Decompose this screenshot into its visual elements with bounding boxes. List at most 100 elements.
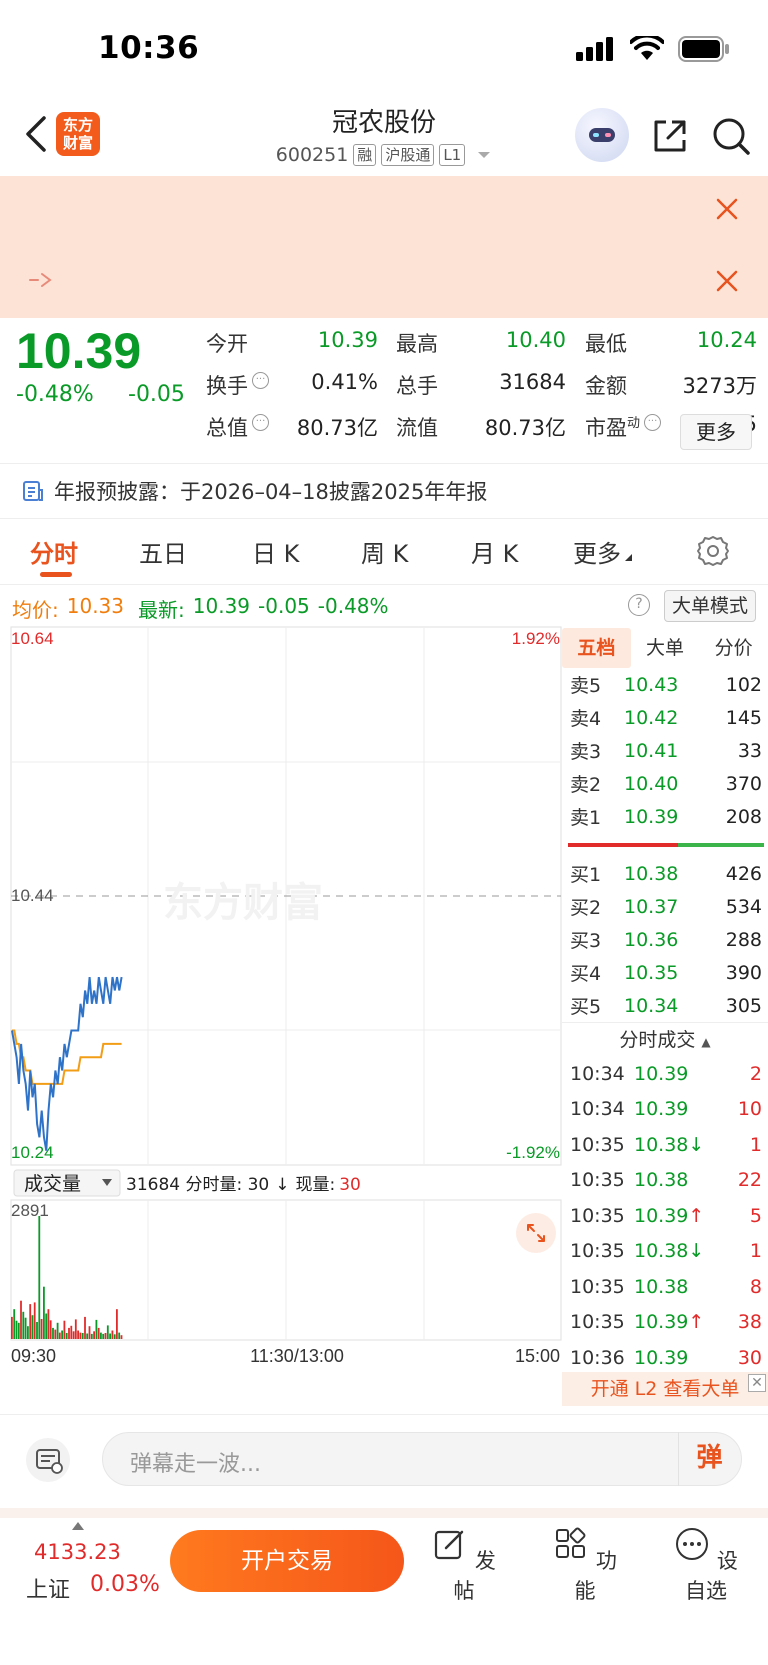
level-label: 卖1 xyxy=(570,807,602,829)
volume-bar xyxy=(15,1320,18,1339)
tick-trades-header[interactable]: 分时成交 ▲ xyxy=(562,1022,768,1056)
volume-bar xyxy=(65,1333,68,1339)
status-time: 10:36 xyxy=(98,30,200,66)
volume-bar xyxy=(29,1304,32,1339)
index-name[interactable]: 上证 xyxy=(26,1572,70,1604)
volume-bar xyxy=(27,1326,29,1339)
volume-bar xyxy=(81,1333,84,1339)
tab-five-levels[interactable]: 五档 xyxy=(562,628,631,668)
tab-big-orders[interactable]: 大单 xyxy=(631,628,700,668)
x-label-close: 15:00 xyxy=(515,1346,560,1366)
wifi-icon xyxy=(630,36,664,60)
volume-max-label: 2891 xyxy=(11,1201,49,1220)
level-volume: 426 xyxy=(725,862,762,885)
quote-value-total-value: 80.73亿 xyxy=(296,416,378,440)
expand-button[interactable] xyxy=(516,1213,556,1253)
quote-value-total-volume: 31684 xyxy=(499,370,566,394)
quote-label-text: 金额 xyxy=(585,374,627,398)
price-summary-row: 均价: 10.33 最新: 10.39 -0.05 -0.48% xyxy=(12,594,389,623)
level-volume: 208 xyxy=(725,805,762,828)
x-label-open: 09:30 xyxy=(11,1346,56,1366)
promo-banner[interactable] xyxy=(0,176,768,318)
tab-monthly-k[interactable]: 月 K xyxy=(471,534,518,569)
help-icon[interactable]: ? xyxy=(628,594,650,616)
pe-dynamic-mark: 动 xyxy=(627,416,641,431)
assistant-avatar[interactable] xyxy=(575,108,629,162)
gear-icon[interactable] xyxy=(696,534,730,568)
tick-volume: 38 xyxy=(737,1311,762,1334)
tab-daily-k[interactable]: 日 K xyxy=(252,534,299,569)
info-icon[interactable]: ··· xyxy=(252,414,269,431)
volume-selector-label: 成交量 xyxy=(24,1173,81,1195)
caret-up-icon: ▲ xyxy=(701,1035,711,1049)
level-label: 卖5 xyxy=(570,675,602,697)
tick-row: 10:35 10.39↑ 5 xyxy=(562,1198,768,1234)
index-percent[interactable]: 0.03% xyxy=(90,1572,160,1597)
volume-bar xyxy=(49,1320,52,1339)
big-order-mode-button[interactable]: 大单模式 xyxy=(664,590,756,622)
info-icon[interactable]: ··· xyxy=(644,414,662,431)
avg-label: 均价: xyxy=(12,598,59,622)
quote-label-total-value: 总值 ··· xyxy=(206,412,269,442)
tick-row: 10:35 10.38↓ 1 xyxy=(562,1127,768,1163)
search-icon[interactable] xyxy=(711,116,751,156)
tick-volume: 1 xyxy=(749,1240,762,1263)
post-button[interactable]: 发帖 xyxy=(424,1526,504,1605)
quote-label-text: 最低 xyxy=(585,332,627,356)
volume-bar xyxy=(31,1315,34,1339)
volume-bar xyxy=(93,1331,95,1339)
functions-button[interactable]: 功能 xyxy=(545,1526,625,1605)
bid-row: 买1 10.38 426 xyxy=(562,857,768,890)
x-label-midday: 11:30/13:00 xyxy=(250,1346,344,1366)
quote-label-pe-ratio: 市盈动 ··· xyxy=(585,412,662,442)
danmu-toggle-button[interactable]: 弹 xyxy=(678,1432,740,1486)
tab-price-distribution[interactable]: 分价 xyxy=(699,628,768,668)
level-label: 买5 xyxy=(570,996,602,1018)
more-button[interactable]: 更多 xyxy=(680,414,752,450)
volume-bar xyxy=(104,1333,107,1339)
tag-level: L1 xyxy=(439,144,466,166)
volume-summary-text: 31684 分时量: 30 xyxy=(126,1175,269,1195)
level-label: 卖2 xyxy=(570,774,602,796)
tick-row: 10:35 10.39↑ 38 xyxy=(562,1305,768,1341)
quote-label-text: 流值 xyxy=(396,416,438,440)
quote-label-text: 换手 xyxy=(206,374,248,398)
close-icon[interactable]: ✕ xyxy=(748,1374,766,1392)
divider xyxy=(0,463,768,464)
price-line xyxy=(11,976,123,1151)
l2-upgrade-banner[interactable]: 开通 L2 查看大单 xyxy=(562,1372,768,1406)
annual-report-notice[interactable]: 年报预披露：于2026–04–18披露2025年年报 xyxy=(54,476,487,506)
quote-value-high: 10.40 xyxy=(505,328,566,352)
close-icon[interactable] xyxy=(714,196,740,222)
comment-settings-button[interactable] xyxy=(26,1438,70,1482)
index-value[interactable]: 4133.23 xyxy=(34,1540,121,1564)
volume-bar xyxy=(102,1333,105,1339)
volume-bar xyxy=(63,1320,66,1339)
share-icon[interactable] xyxy=(650,116,690,156)
divider xyxy=(0,584,768,585)
quote-label-turnover: 换手 ··· xyxy=(206,370,269,400)
tab-weekly-k[interactable]: 周 K xyxy=(361,534,408,569)
tick-price: 10.38 xyxy=(634,1275,689,1298)
quote-label-float-value: 流值 xyxy=(396,412,438,442)
tab-five-day[interactable]: 五日 xyxy=(139,534,187,569)
info-icon[interactable]: ··· xyxy=(252,372,269,389)
level-label: 买4 xyxy=(570,963,602,985)
volume-bar xyxy=(106,1325,109,1339)
volume-bar xyxy=(22,1311,25,1339)
volume-bar xyxy=(111,1330,114,1339)
level-volume: 288 xyxy=(725,928,762,951)
quote-label-text: 总手 xyxy=(396,374,438,398)
add-watchlist-button[interactable]: 设自选 xyxy=(666,1526,746,1605)
close-icon[interactable] xyxy=(714,268,740,294)
tab-intraday[interactable]: 分时 xyxy=(30,534,78,569)
current-volume-label: 现量: xyxy=(296,1175,336,1195)
intraday-chart[interactable]: 东方财富 10.64 10.44 10.24 1.92% -1.92% 成交量 … xyxy=(0,626,562,1416)
tab-more[interactable]: 更多 xyxy=(573,534,633,569)
ask-row: 卖3 10.41 33 xyxy=(562,734,768,767)
change-amount: -0.05 xyxy=(128,382,185,407)
volume-bar xyxy=(56,1322,59,1339)
quote-value-low: 10.24 xyxy=(696,328,757,352)
bid-row: 买4 10.35 390 xyxy=(562,956,768,989)
open-account-trade-button[interactable]: 开户交易 xyxy=(170,1530,404,1592)
